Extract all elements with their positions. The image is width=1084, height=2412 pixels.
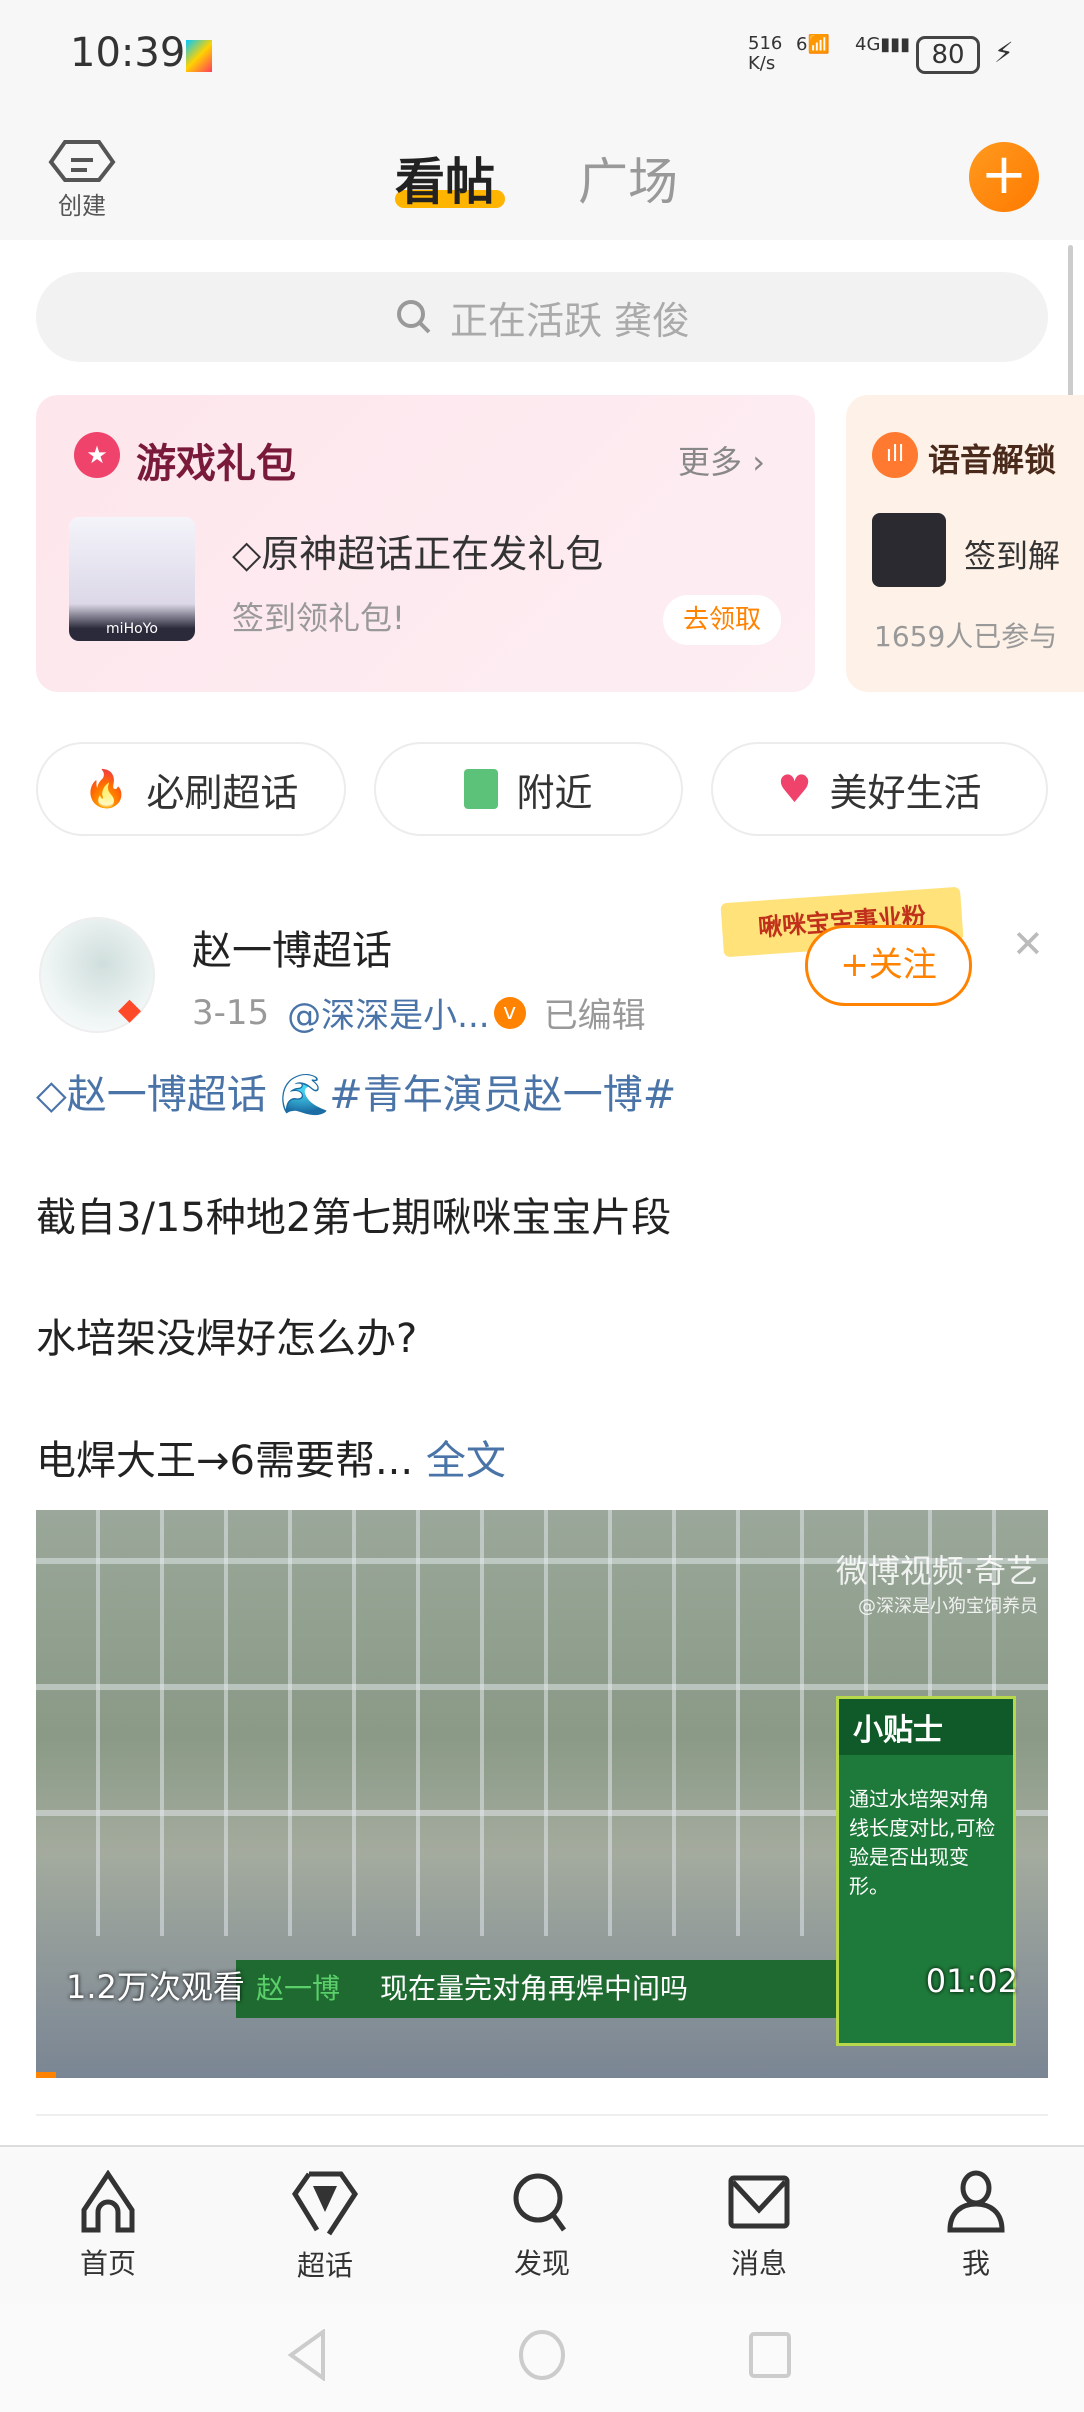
gift-icon: ★ [74,432,120,478]
view-count: 1.2万次观看 [66,1968,245,2006]
read-more-link[interactable]: 全文 [426,1438,506,1484]
post-text-line: 截自3/15种地2第七期啾咪宝宝片段 [36,1195,672,1241]
app-notification-icon [186,40,212,72]
system-nav-bar [0,2305,1084,2412]
verified-icon: v [493,996,526,1029]
status-bar: 10:39 516 K/s 6📶 4G▮▮▮ 80 ⚡ [0,0,1084,112]
nav-home[interactable]: 首页 [48,2170,168,2282]
back-icon[interactable] [287,2329,327,2381]
close-icon[interactable]: ✕ [1012,922,1044,966]
tab-kantie[interactable]: 看帖 [395,142,505,214]
clock: 10:39 [70,30,186,76]
gift-item-subtitle: 签到领礼包! [232,599,405,637]
nav-messages[interactable]: 消息 [699,2170,819,2282]
top-header: 创建 看帖 广场 + [0,112,1084,240]
claim-button[interactable]: 去领取 [663,595,781,645]
gift-item-title[interactable]: ◇原神超话正在发礼包 [232,523,603,578]
post-text-line: 电焊大王→6需要帮... 全文 [36,1438,506,1484]
create-button[interactable]: 创建 [44,138,120,221]
chip-must-see[interactable]: 🔥 必刷超话 [36,742,346,836]
post-meta: 3-15 @深深是小... v 已编辑 [192,988,646,1037]
create-icon [48,140,116,182]
voice-unlock-card[interactable]: ıll 语音解锁 签到解 1659人已参与 [846,395,1084,692]
signal-icon: 4G▮▮▮ [855,34,911,55]
chip-good-life[interactable]: ♥ 美好生活 [711,742,1048,836]
heart-icon: ♥ [777,767,812,811]
profile-icon [947,2170,1005,2233]
building-icon [464,769,499,809]
wifi-icon: 6📶 [796,34,830,55]
add-post-button[interactable]: + [969,142,1039,212]
post-date: 3-15 [192,992,270,1033]
chip-nearby[interactable]: 附近 [374,742,683,836]
mail-icon [728,2175,790,2229]
game-thumbnail [872,513,946,587]
card-title: 语音解锁 [928,441,1057,479]
search-icon [396,300,431,334]
video-duration: 01:02 [925,1962,1018,2000]
audio-icon: ıll [872,432,918,478]
nav-supertopic[interactable]: 超话 [265,2170,385,2284]
nav-profile[interactable]: 我 [916,2170,1036,2282]
fire-icon: 🔥 [83,769,129,810]
nav-discover[interactable]: 发现 [482,2170,602,2282]
genshin-thumbnail: miHoYo [69,517,195,641]
home-circle-icon[interactable] [517,2329,567,2381]
discover-icon [513,2173,567,2232]
tab-guangchang[interactable]: 广场 [578,142,678,214]
video-subtitle: 赵一博 现在量完对角再焊中间吗 [236,1960,836,2018]
follow-button[interactable]: +关注 [805,925,972,1006]
divider [36,2114,1048,2116]
edited-label: 已编辑 [543,996,646,1036]
home-icon [81,2170,135,2233]
supertopic-icon [292,2171,359,2236]
video-progress-bar[interactable] [36,2072,57,2078]
battery-icon: 80 [916,36,980,74]
video-player[interactable]: 微博视频·奇艺 @深深是小狗宝饲养员 小贴士 通过水培架对角线长度对比,可检验是否… [36,1510,1048,2078]
game-gift-card[interactable]: ★ 游戏礼包 更多 › miHoYo ◇原神超话正在发礼包 签到领礼包! 去领取 [36,395,815,692]
net-speed: 516 K/s [748,33,783,74]
charging-icon: ⚡ [994,36,1014,69]
recents-icon[interactable] [748,2331,792,2379]
topic-link[interactable]: ◇赵一博超话 [36,1072,267,1118]
post-source-user[interactable]: @深深是小... [287,988,489,1037]
search-input[interactable]: 正在活跃 龚俊 [36,272,1048,362]
post-author-name[interactable]: 赵一博超话 [192,918,392,976]
post-text-line: 水培架没焊好怎么办? [36,1316,418,1362]
wave-icon: 🌊 [279,1072,330,1118]
hashtag-link[interactable]: #青年演员赵一博# [329,1072,676,1118]
more-link[interactable]: 更多 › [678,437,765,483]
post-topics: ◇赵一博超话 🌊#青年演员赵一博# [36,1062,676,1120]
superfan-badge-icon: ◆ [118,992,142,1027]
watermark: 微博视频·奇艺 @深深是小狗宝饲养员 [835,1552,1038,1617]
card-title: 游戏礼包 [136,441,296,487]
